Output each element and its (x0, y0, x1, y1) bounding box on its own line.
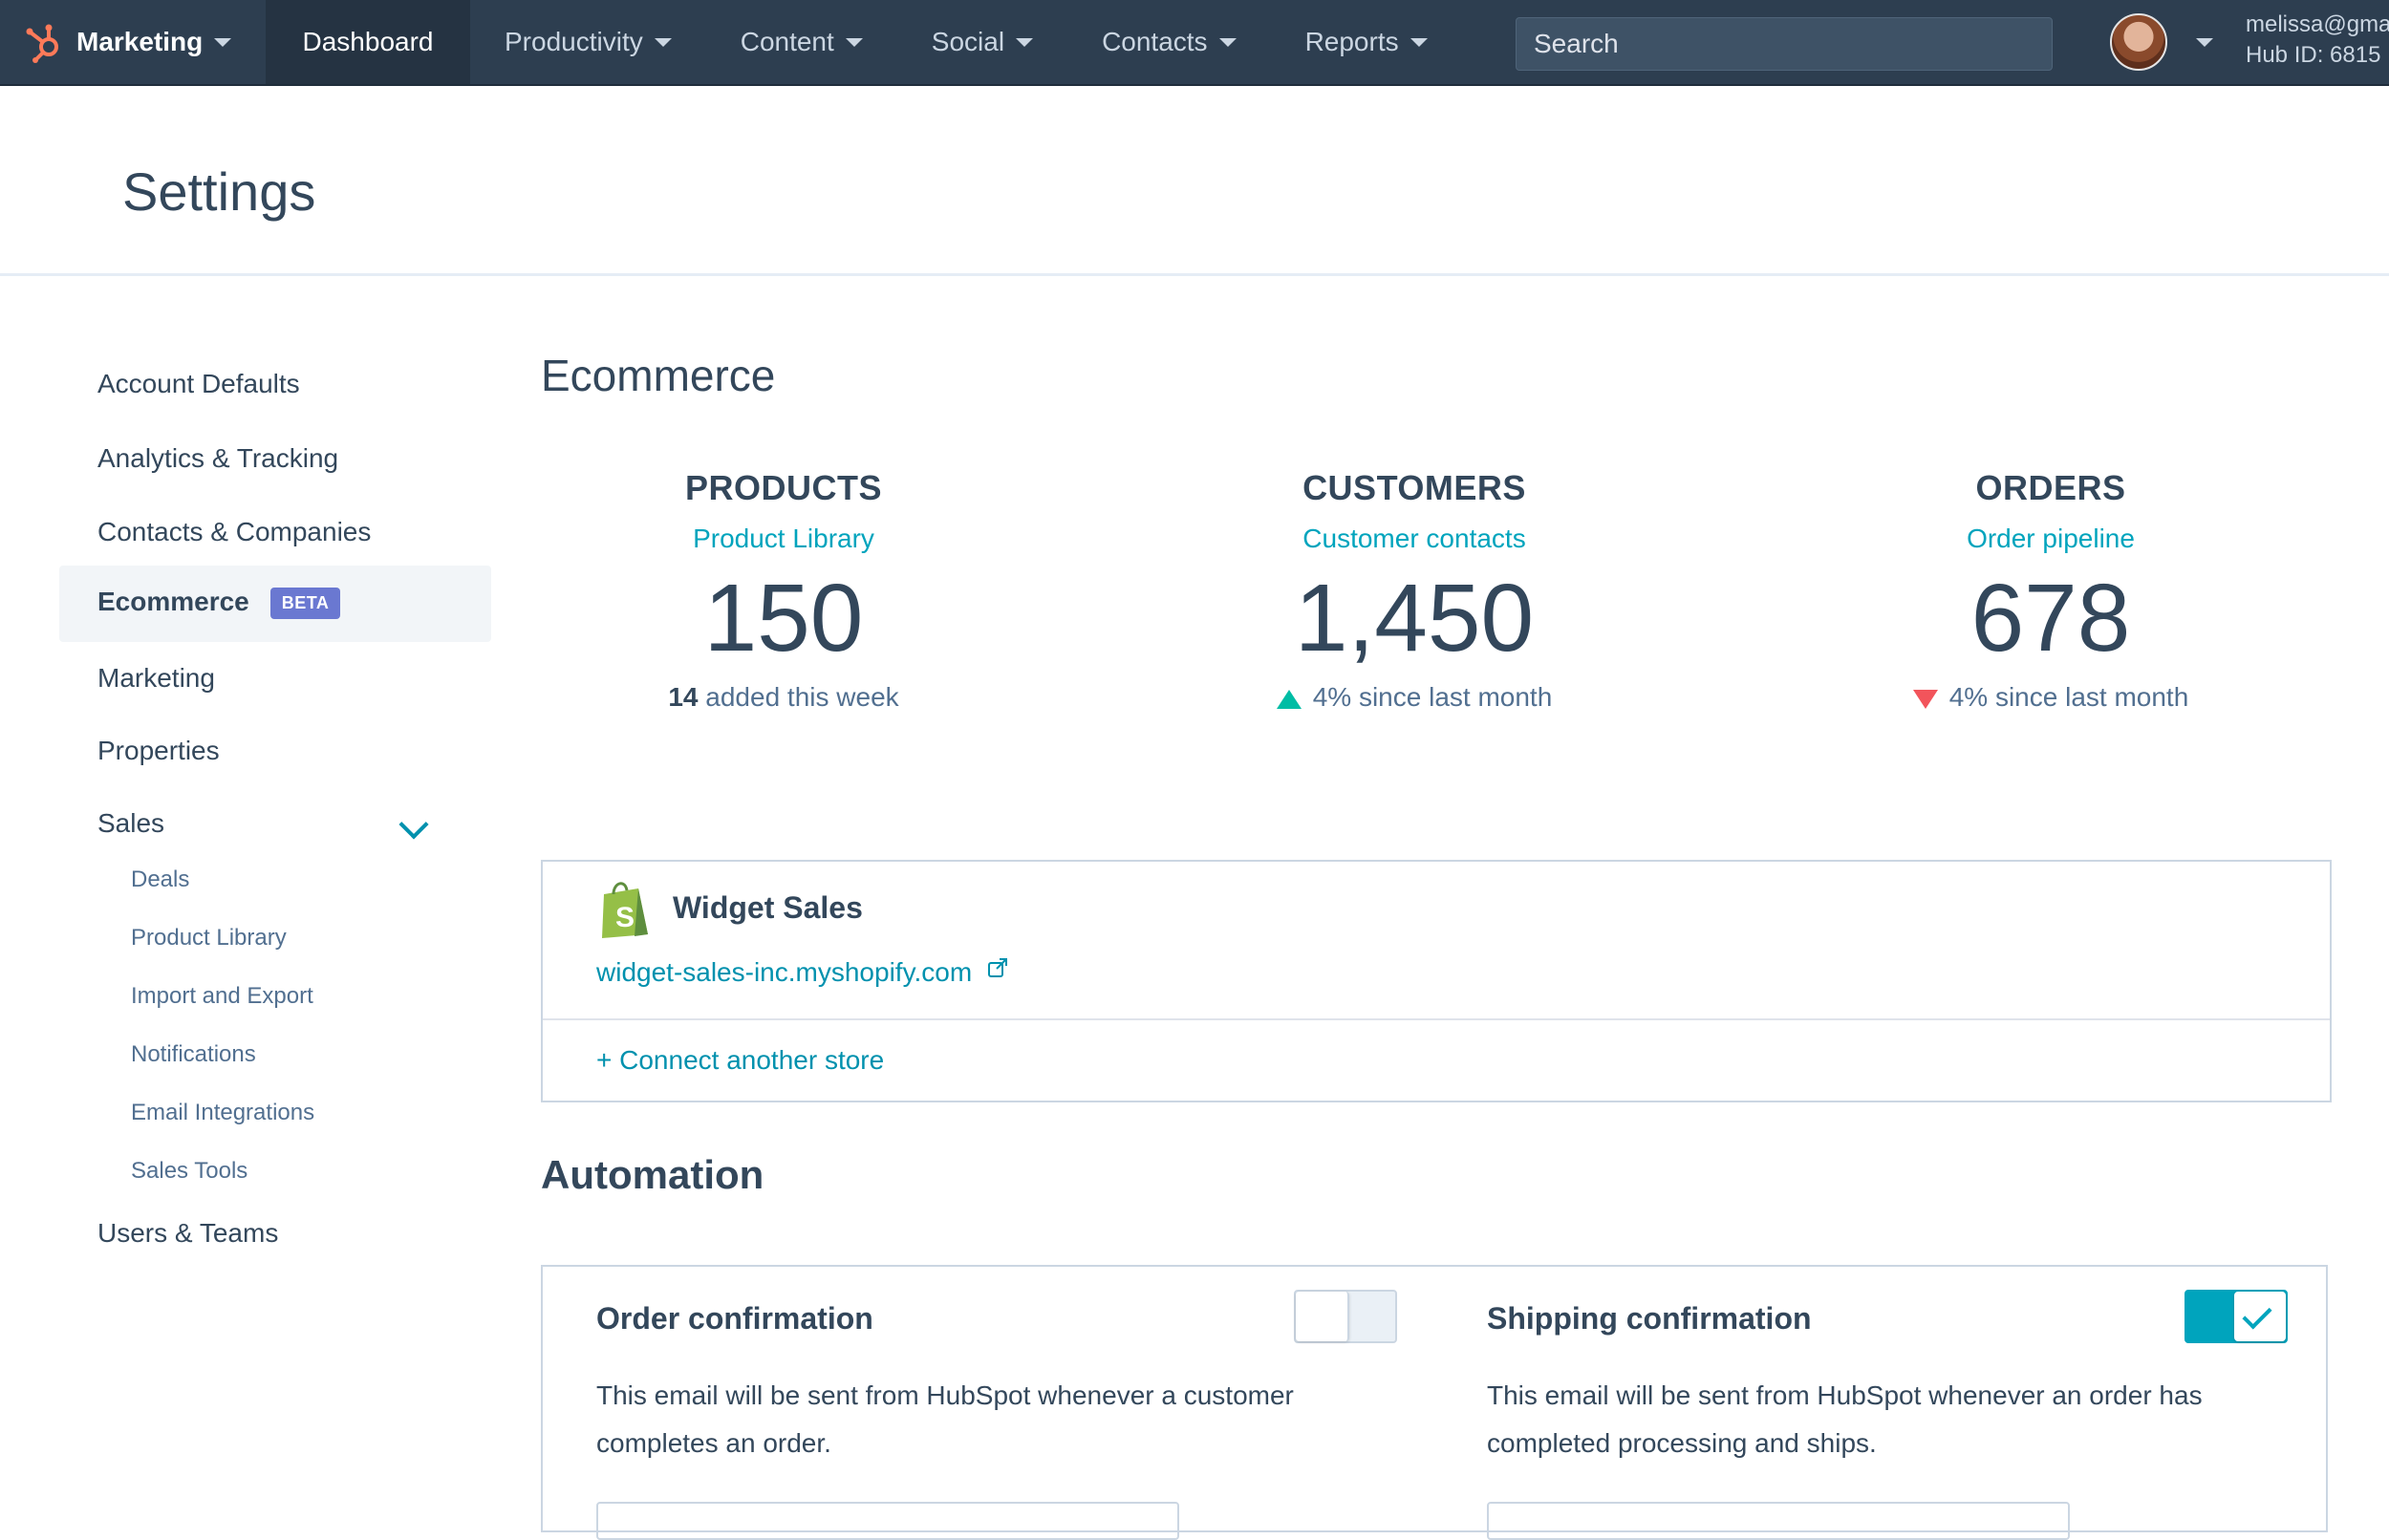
sidebar-item-account-defaults[interactable]: Account Defaults (97, 369, 300, 399)
automation-card-description: This email will be sent from HubSpot whe… (1487, 1380, 2203, 1458)
account-chevron-down-icon[interactable] (2196, 38, 2213, 47)
sidebar-item-marketing[interactable]: Marketing (97, 663, 215, 694)
sidebar-subitem-product-library[interactable]: Product Library (131, 925, 287, 952)
automation-card-field[interactable] (596, 1502, 1179, 1540)
store-url-text: widget-sales-inc.myshopify.com (596, 957, 973, 987)
order-confirmation-toggle[interactable] (1294, 1290, 1397, 1343)
sidebar-item-ecommerce[interactable]: Ecommerce BETA (97, 587, 341, 620)
sidebar-item-properties[interactable]: Properties (97, 736, 220, 766)
nav-dashboard[interactable]: Dashboard (266, 0, 470, 84)
stat-label: PRODUCTS (684, 468, 882, 507)
automation-card-description: This email will be sent from HubSpot whe… (596, 1380, 1294, 1458)
chevron-down-icon (1016, 37, 1034, 47)
nav-label: Contacts (1102, 27, 1208, 56)
toggle-knob (1296, 1292, 1349, 1341)
header-divider (0, 273, 2389, 276)
stat-note: 4% since last month (1802, 682, 2299, 713)
account-info[interactable]: melissa@gma Hub ID: 6815 (2246, 10, 2389, 71)
trend-up-icon (1276, 689, 1302, 709)
sidebar-subitem-deals[interactable]: Deals (131, 866, 189, 893)
stat-value: 1,450 (1294, 565, 1535, 672)
top-navigation: Marketing Dashboard Productivity Content… (0, 0, 2389, 86)
section-title-automation: Automation (541, 1152, 764, 1197)
svg-text:S: S (615, 902, 635, 933)
toggle-knob (2234, 1292, 2286, 1341)
sidebar-subitem-sales-tools[interactable]: Sales Tools (131, 1158, 248, 1185)
hubspot-logo-icon (26, 24, 58, 63)
sidebar-item-sales[interactable]: Sales (97, 808, 164, 839)
stat-label: CUSTOMERS (1302, 468, 1526, 507)
section-title-ecommerce: Ecommerce (541, 351, 776, 400)
stat-note-text: 4% since last month (1948, 682, 2189, 712)
automation-card-order-confirmation: Order confirmation This email will be se… (541, 1265, 1435, 1540)
chevron-down-icon (214, 37, 232, 47)
sidebar-subitem-email-integrations[interactable]: Email Integrations (131, 1100, 314, 1126)
nav-label: Content (740, 27, 834, 56)
stat-link-product-library[interactable]: Product Library (535, 524, 1032, 554)
sidebar-item-label: Ecommerce (97, 587, 249, 616)
chevron-down-icon (1410, 37, 1428, 47)
chevron-down-icon (654, 37, 672, 47)
chevron-down-icon (1218, 37, 1237, 47)
connected-store-card: S Widget Sales widget-sales-inc.myshopif… (541, 860, 2332, 1102)
automation-card-title: Shipping confirmation (1487, 1301, 1812, 1336)
stat-value: 150 (703, 565, 864, 672)
sidebar-subitem-import-export[interactable]: Import and Export (131, 983, 313, 1010)
page-title: Settings (122, 161, 316, 222)
nav-social[interactable]: Social (897, 0, 1067, 84)
brand-label: Marketing (76, 27, 204, 56)
external-link-icon (987, 958, 1007, 977)
stat-note-count: 14 (668, 682, 699, 712)
shopify-icon: S (602, 882, 648, 938)
stat-orders: ORDERS Order pipeline 678 4% since last … (1802, 468, 2299, 713)
sidebar-item-analytics-tracking[interactable]: Analytics & Tracking (97, 443, 338, 474)
card-divider (543, 1018, 2330, 1020)
account-email: melissa@gma (2246, 11, 2389, 37)
sidebar-item-users-teams[interactable]: Users & Teams (97, 1218, 278, 1249)
stat-note: 14 added this week (535, 682, 1032, 713)
nav-contacts[interactable]: Contacts (1067, 0, 1271, 84)
nav-productivity[interactable]: Productivity (470, 0, 706, 84)
chevron-down-icon[interactable] (398, 809, 429, 840)
hub-id: Hub ID: 6815 (2246, 42, 2381, 68)
stat-value: 678 (1970, 565, 2131, 672)
stat-note-text: 4% since last month (1312, 682, 1553, 712)
store-name: Widget Sales (673, 890, 863, 925)
sidebar-subitem-notifications[interactable]: Notifications (131, 1041, 256, 1068)
avatar[interactable] (2110, 13, 2167, 71)
connect-store-link[interactable]: + Connect another store (596, 1045, 884, 1076)
nav-reports[interactable]: Reports (1271, 0, 1462, 84)
stat-link-order-pipeline[interactable]: Order pipeline (1802, 524, 2299, 554)
stat-note: 4% since last month (1166, 682, 1663, 713)
stat-customers: CUSTOMERS Customer contacts 1,450 4% sin… (1166, 468, 1663, 713)
sidebar-item-contacts-companies[interactable]: Contacts & Companies (97, 517, 371, 547)
trend-down-icon (1912, 689, 1938, 709)
stat-note-text: added this week (698, 682, 899, 712)
nav-content[interactable]: Content (706, 0, 897, 84)
stat-link-customer-contacts[interactable]: Customer contacts (1166, 524, 1663, 554)
nav-label: Social (931, 27, 1005, 56)
nav-label: Reports (1304, 27, 1399, 56)
chevron-down-icon (845, 37, 863, 47)
automation-card-field[interactable] (1487, 1502, 2070, 1540)
automation-card-title: Order confirmation (596, 1301, 873, 1336)
store-url-link[interactable]: widget-sales-inc.myshopify.com (596, 957, 1008, 988)
search-input[interactable] (1516, 17, 2053, 71)
beta-badge: BETA (269, 588, 341, 620)
stat-products: PRODUCTS Product Library 150 14 added th… (535, 468, 1032, 713)
brand-menu[interactable]: Marketing (0, 0, 239, 84)
stat-label: ORDERS (1975, 468, 2126, 507)
check-icon (2242, 1299, 2272, 1330)
nav-label: Productivity (505, 27, 643, 56)
automation-card-shipping-confirmation: Shipping confirmation This email will be… (1433, 1265, 2328, 1540)
shipping-confirmation-toggle[interactable] (2185, 1290, 2288, 1343)
